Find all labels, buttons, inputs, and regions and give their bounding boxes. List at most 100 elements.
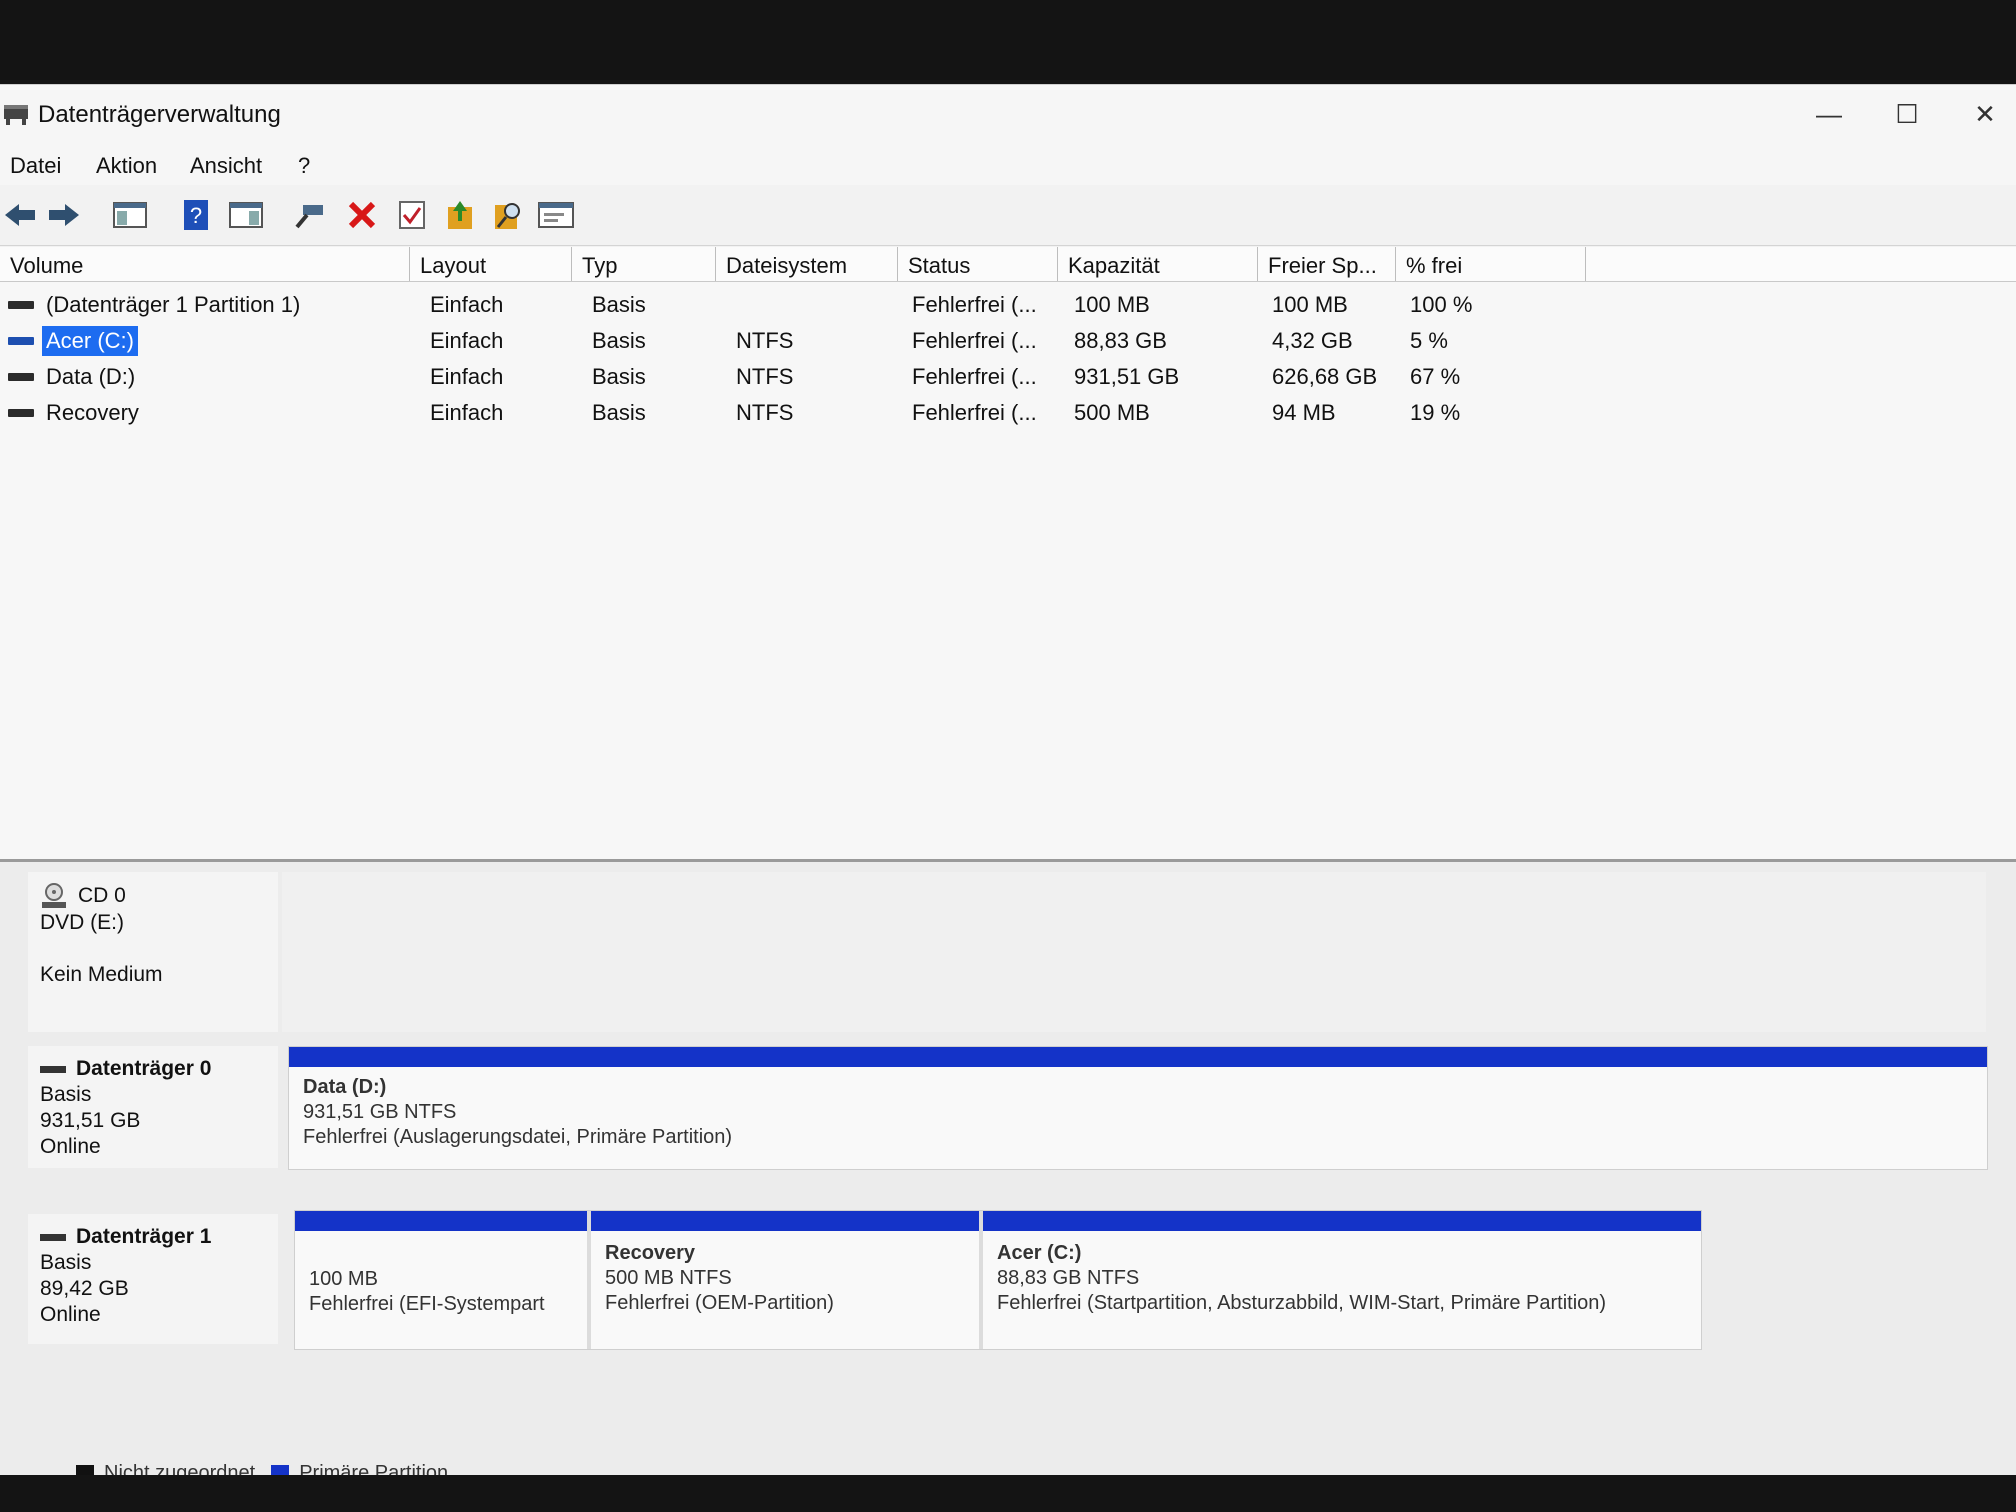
- disk1-label[interactable]: Datenträger 1 Basis 89,42 GB Online: [28, 1214, 278, 1344]
- legend-unallocated-label: Nicht zugeordnet: [104, 1462, 256, 1475]
- cell-kapazitaet: 931,51 GB: [1074, 364, 1180, 389]
- properties-pane-icon[interactable]: [228, 197, 264, 233]
- cell-dateisystem: NTFS: [736, 400, 794, 425]
- col-kapazitaet[interactable]: Kapazität: [1058, 247, 1258, 281]
- back-arrow-icon[interactable]: [2, 197, 38, 233]
- partition-data-d[interactable]: Data (D:) 931,51 GB NTFS Fehlerfrei (Aus…: [289, 1047, 1987, 1169]
- legend-primary-swatch: [271, 1464, 290, 1475]
- col-dateisystem[interactable]: Dateisystem: [716, 247, 898, 281]
- partition-efi[interactable]: 100 MB Fehlerfrei (EFI-Systempart: [295, 1211, 591, 1349]
- legend: Nicht zugeordnet Primäre Partition: [76, 1462, 448, 1475]
- menu-aktion[interactable]: Aktion: [96, 153, 157, 179]
- partition-status: Fehlerfrei (Auslagerungsdatei, Primäre P…: [303, 1126, 733, 1148]
- delete-icon[interactable]: [344, 197, 380, 233]
- cell-layout: Einfach: [430, 328, 504, 353]
- partition-size: 100 MB: [309, 1268, 378, 1290]
- legend-primary-label: Primäre Partition: [299, 1462, 449, 1475]
- cell-typ: Basis: [592, 292, 646, 317]
- menu-datei[interactable]: Datei: [10, 153, 61, 179]
- disk1-type: Basis: [40, 1251, 92, 1274]
- col-freier-speicher[interactable]: Freier Sp...: [1258, 247, 1396, 281]
- cell-layout: Einfach: [430, 400, 504, 425]
- volume-list-header: Volume Layout Typ Dateisystem Status Kap…: [0, 247, 2016, 282]
- col-prozent-frei[interactable]: % frei: [1396, 247, 1586, 281]
- disk0-status: Online: [40, 1135, 101, 1158]
- cell-dateisystem: NTFS: [736, 364, 794, 389]
- table-row[interactable]: Data (D:) Einfach Basis NTFS Fehlerfrei …: [0, 359, 2016, 395]
- volume-icon: [8, 301, 34, 309]
- cell-freier-speicher: 4,32 GB: [1272, 328, 1353, 353]
- table-row[interactable]: (Datenträger 1 Partition 1) Einfach Basi…: [0, 287, 2016, 323]
- cd0-media-status: Kein Medium: [40, 963, 163, 986]
- volume-icon: [8, 373, 34, 381]
- cell-kapazitaet: 88,83 GB: [1074, 328, 1167, 353]
- check-icon[interactable]: [394, 197, 430, 233]
- disk-graphical-view: CD 0 DVD (E:) Kein Medium Datenträger 0 …: [0, 862, 2016, 1475]
- partition-title: Acer (C:): [997, 1242, 1082, 1264]
- disk0-label[interactable]: Datenträger 0 Basis 931,51 GB Online: [28, 1046, 278, 1168]
- cell-layout: Einfach: [430, 364, 504, 389]
- volume-name: (Datenträger 1 Partition 1): [46, 292, 301, 317]
- cell-status: Fehlerfrei (...: [912, 364, 1037, 389]
- partition-size: 88,83 GB NTFS: [997, 1267, 1140, 1289]
- cell-typ: Basis: [592, 328, 646, 353]
- disk0-area: Data (D:) 931,51 GB NTFS Fehlerfrei (Aus…: [288, 1046, 1988, 1170]
- window-title: Datenträgerverwaltung: [38, 101, 281, 128]
- console-tree-icon[interactable]: [112, 197, 148, 233]
- table-row-selected[interactable]: Acer (C:) Einfach Basis NTFS Fehlerfrei …: [0, 323, 2016, 359]
- volume-name: Acer (C:): [42, 326, 138, 356]
- svg-text:?: ?: [190, 203, 202, 228]
- col-volume[interactable]: Volume: [0, 247, 410, 281]
- cell-status: Fehlerfrei (...: [912, 292, 1037, 317]
- cd-drive-icon: [42, 883, 66, 908]
- volume-icon: [8, 409, 34, 417]
- search-icon[interactable]: [490, 197, 526, 233]
- disk1-size: 89,42 GB: [40, 1277, 129, 1300]
- partition-status: Fehlerfrei (OEM-Partition): [605, 1292, 834, 1314]
- cell-typ: Basis: [592, 364, 646, 389]
- partition-title: Data (D:): [303, 1076, 387, 1098]
- disk0-type: Basis: [40, 1083, 92, 1106]
- disk1-name: Datenträger 1: [76, 1225, 212, 1248]
- help-icon[interactable]: ?: [178, 197, 214, 233]
- partition-title: Recovery: [605, 1242, 696, 1264]
- volume-icon: [8, 337, 34, 345]
- partition-status: Fehlerfrei (EFI-Systempart: [309, 1293, 545, 1315]
- legend-unallocated-swatch: [76, 1464, 94, 1475]
- cell-prozent-frei: 100 %: [1410, 292, 1473, 317]
- disk1-status: Online: [40, 1303, 101, 1326]
- close-button[interactable]: ✕: [1946, 85, 2016, 143]
- title-bar: Datenträgerverwaltung — ☐ ✕: [0, 85, 2016, 143]
- cell-freier-speicher: 94 MB: [1272, 400, 1336, 425]
- menu-ansicht[interactable]: Ansicht: [190, 153, 262, 179]
- menu-help[interactable]: ?: [298, 153, 310, 179]
- primary-partition-bar: [295, 1211, 587, 1231]
- cell-status: Fehlerfrei (...: [912, 328, 1037, 353]
- col-typ[interactable]: Typ: [572, 247, 716, 281]
- partition-recovery[interactable]: Recovery 500 MB NTFS Fehlerfrei (OEM-Par…: [591, 1211, 983, 1349]
- cd0-area[interactable]: [282, 872, 1986, 1032]
- details-icon[interactable]: [538, 197, 574, 233]
- volume-name: Data (D:): [46, 364, 136, 389]
- cell-prozent-frei: 67 %: [1410, 364, 1461, 389]
- connect-icon[interactable]: [292, 197, 328, 233]
- cell-prozent-frei: 19 %: [1410, 400, 1461, 425]
- col-layout[interactable]: Layout: [410, 247, 572, 281]
- disk-management-window: Datenträgerverwaltung — ☐ ✕ Datei Aktion…: [0, 84, 2016, 1475]
- cell-kapazitaet: 500 MB: [1074, 400, 1150, 425]
- partition-acer-c[interactable]: Acer (C:) 88,83 GB NTFS Fehlerfrei (Star…: [983, 1211, 1701, 1349]
- disk0-size: 931,51 GB: [40, 1109, 141, 1132]
- disk-management-icon: [4, 105, 28, 125]
- cell-layout: Einfach: [430, 292, 504, 317]
- cell-freier-speicher: 100 MB: [1272, 292, 1348, 317]
- minimize-button[interactable]: —: [1790, 85, 1868, 143]
- cell-status: Fehlerfrei (...: [912, 400, 1037, 425]
- forward-arrow-icon[interactable]: [46, 197, 82, 233]
- table-row[interactable]: Recovery Einfach Basis NTFS Fehlerfrei (…: [0, 395, 2016, 431]
- volume-list: Volume Layout Typ Dateisystem Status Kap…: [0, 247, 2016, 862]
- cd0-label[interactable]: CD 0 DVD (E:) Kein Medium: [28, 872, 278, 1032]
- maximize-button[interactable]: ☐: [1868, 85, 1946, 143]
- export-icon[interactable]: [442, 197, 478, 233]
- primary-partition-bar: [289, 1047, 1987, 1067]
- col-status[interactable]: Status: [898, 247, 1058, 281]
